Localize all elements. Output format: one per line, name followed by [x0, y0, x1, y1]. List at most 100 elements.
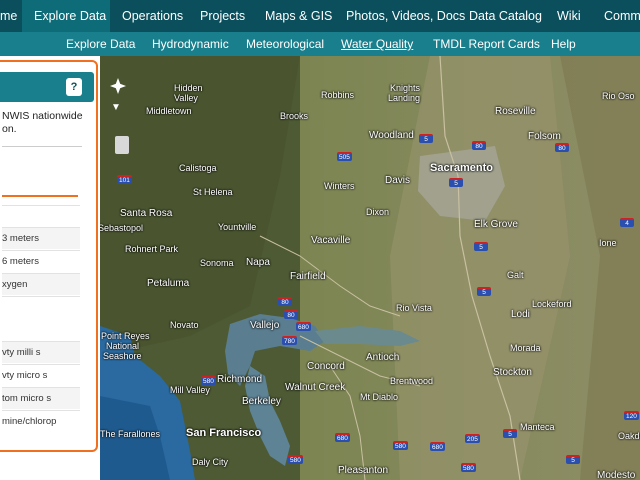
- highway-shield: 580: [201, 376, 216, 385]
- highway-shield: 5: [474, 242, 488, 251]
- highway-shield: 205: [465, 434, 480, 443]
- divider: [2, 146, 82, 147]
- map-label: Antioch: [366, 352, 400, 363]
- map-label: Brentwood: [390, 376, 434, 386]
- map-label: Napa: [246, 257, 270, 268]
- map-label: Point Reyes: [101, 331, 150, 341]
- map-label: Sebastopol: [100, 223, 144, 233]
- sub-navigation: Explore Data Hydrodynamic Meteorological…: [0, 32, 640, 56]
- subnav-hydrodynamic[interactable]: Hydrodynamic: [152, 32, 229, 56]
- nav-item-wiki[interactable]: Wiki: [557, 0, 581, 32]
- map-label: Knights: [390, 83, 421, 93]
- map-label: The Farallones: [100, 429, 161, 439]
- highway-shield: 680: [296, 322, 311, 331]
- param-row[interactable]: 6 meters: [2, 250, 80, 272]
- highway-shield: 120: [624, 411, 639, 420]
- param-row[interactable]: vty micro s: [2, 364, 80, 386]
- map-label: Lodi: [511, 309, 530, 320]
- street-view-icon[interactable]: [115, 136, 129, 154]
- map-label: Ione: [599, 238, 617, 248]
- map-label: Sacramento: [430, 162, 493, 174]
- map-label: Stockton: [493, 367, 532, 378]
- top-navigation: me Explore Data Operations Projects Maps…: [0, 0, 640, 32]
- section-divider: [2, 195, 78, 197]
- highway-shield: 580: [461, 463, 476, 472]
- panel-description: NWIS nationwide on.: [2, 110, 96, 136]
- highway-shield: 5: [449, 178, 463, 187]
- param-row[interactable]: tom micro s: [2, 387, 80, 409]
- map-label: Morada: [510, 343, 541, 353]
- param-row[interactable]: mine/chlorop: [2, 410, 80, 432]
- map-label: Manteca: [520, 422, 555, 432]
- map-label: Seashore: [103, 351, 142, 361]
- map-label: Roseville: [495, 106, 536, 117]
- highway-shield: 4: [620, 218, 634, 227]
- highway-shield: 580: [288, 455, 303, 464]
- map-label: Galt: [507, 270, 524, 280]
- nav-item-explore-data[interactable]: Explore Data: [22, 0, 110, 32]
- map-label: St Helena: [193, 187, 233, 197]
- highway-shield: 101: [117, 175, 132, 184]
- map-label: Petaluma: [147, 278, 190, 289]
- subnav-water-quality[interactable]: Water Quality: [341, 32, 413, 56]
- map-label: Fairfield: [290, 271, 326, 282]
- map-label: Landing: [388, 93, 421, 103]
- map-label: Dixon: [366, 207, 390, 217]
- subnav-explore-data[interactable]: Explore Data: [66, 32, 135, 56]
- map-label: Rio Oso: [602, 91, 635, 101]
- map-label: Sonoma: [200, 258, 234, 268]
- map-label: Mt Diablo: [360, 392, 399, 402]
- data-layer-panel: ? NWIS nationwide on. 3 meters 6 meters …: [0, 60, 98, 452]
- map-label: Lockeford: [532, 299, 572, 309]
- highway-shield: 80: [472, 141, 486, 150]
- subnav-help[interactable]: Help: [551, 32, 576, 56]
- nav-item-community[interactable]: Commu: [604, 0, 640, 32]
- map-label: Woodland: [369, 130, 414, 141]
- map-label: Elk Grove: [474, 219, 518, 230]
- panel-header: ?: [0, 72, 94, 102]
- help-button[interactable]: ?: [66, 78, 82, 96]
- pan-control-icon[interactable]: [110, 78, 126, 94]
- map-label: Calistoga: [179, 163, 217, 173]
- highway-shield: 580: [393, 441, 408, 450]
- map-label: San Francisco: [186, 427, 262, 439]
- map-label: Daly City: [192, 457, 229, 467]
- map-label: National: [106, 341, 140, 351]
- param-row[interactable]: xygen: [2, 273, 80, 295]
- map-terrain: [100, 56, 640, 480]
- nav-item-projects[interactable]: Projects: [200, 0, 245, 32]
- nav-item-operations[interactable]: Operations: [122, 0, 183, 32]
- map-label: Richmond: [217, 374, 263, 385]
- param-row[interactable]: 3 meters: [2, 227, 80, 249]
- nav-item-home[interactable]: me: [0, 0, 22, 32]
- subnav-meteorological[interactable]: Meteorological: [246, 32, 324, 56]
- map-label: Concord: [307, 361, 345, 372]
- highway-shield: 680: [430, 442, 445, 451]
- param-row[interactable]: vty milli s: [2, 341, 80, 363]
- highway-shield: 5: [477, 287, 491, 296]
- param-row[interactable]: [2, 205, 80, 227]
- highway-shield: 505: [337, 152, 352, 161]
- description-line: on.: [2, 123, 17, 135]
- satellite-map[interactable]: ▼ Hidden Valley Middletown Brooks Knight…: [100, 56, 640, 480]
- map-label: Davis: [385, 175, 411, 186]
- map-label: Novato: [170, 320, 199, 330]
- zoom-down-icon[interactable]: ▼: [111, 102, 121, 113]
- map-label: Winters: [324, 181, 355, 191]
- highway-shield: 80: [278, 297, 292, 306]
- highway-shield: 780: [282, 336, 297, 345]
- nav-item-photos-videos-docs[interactable]: Photos, Videos, Docs: [346, 0, 465, 32]
- subnav-tmdl-report-cards[interactable]: TMDL Report Cards: [433, 32, 540, 56]
- description-line: NWIS nationwide: [2, 110, 83, 122]
- highway-shield: 5: [566, 455, 580, 464]
- map-label: Mill Valley: [170, 385, 210, 395]
- map-label: Santa Rosa: [120, 208, 173, 219]
- nav-item-maps-gis[interactable]: Maps & GIS: [265, 0, 332, 32]
- map-label: Vallejo: [250, 320, 280, 331]
- map-label: Yountville: [218, 222, 257, 232]
- map-label: Modesto: [597, 470, 636, 480]
- param-row[interactable]: [2, 296, 80, 318]
- map-label: Valley: [174, 93, 198, 103]
- nav-item-data-catalog[interactable]: Data Catalog: [469, 0, 542, 32]
- map-label: Brooks: [280, 111, 309, 121]
